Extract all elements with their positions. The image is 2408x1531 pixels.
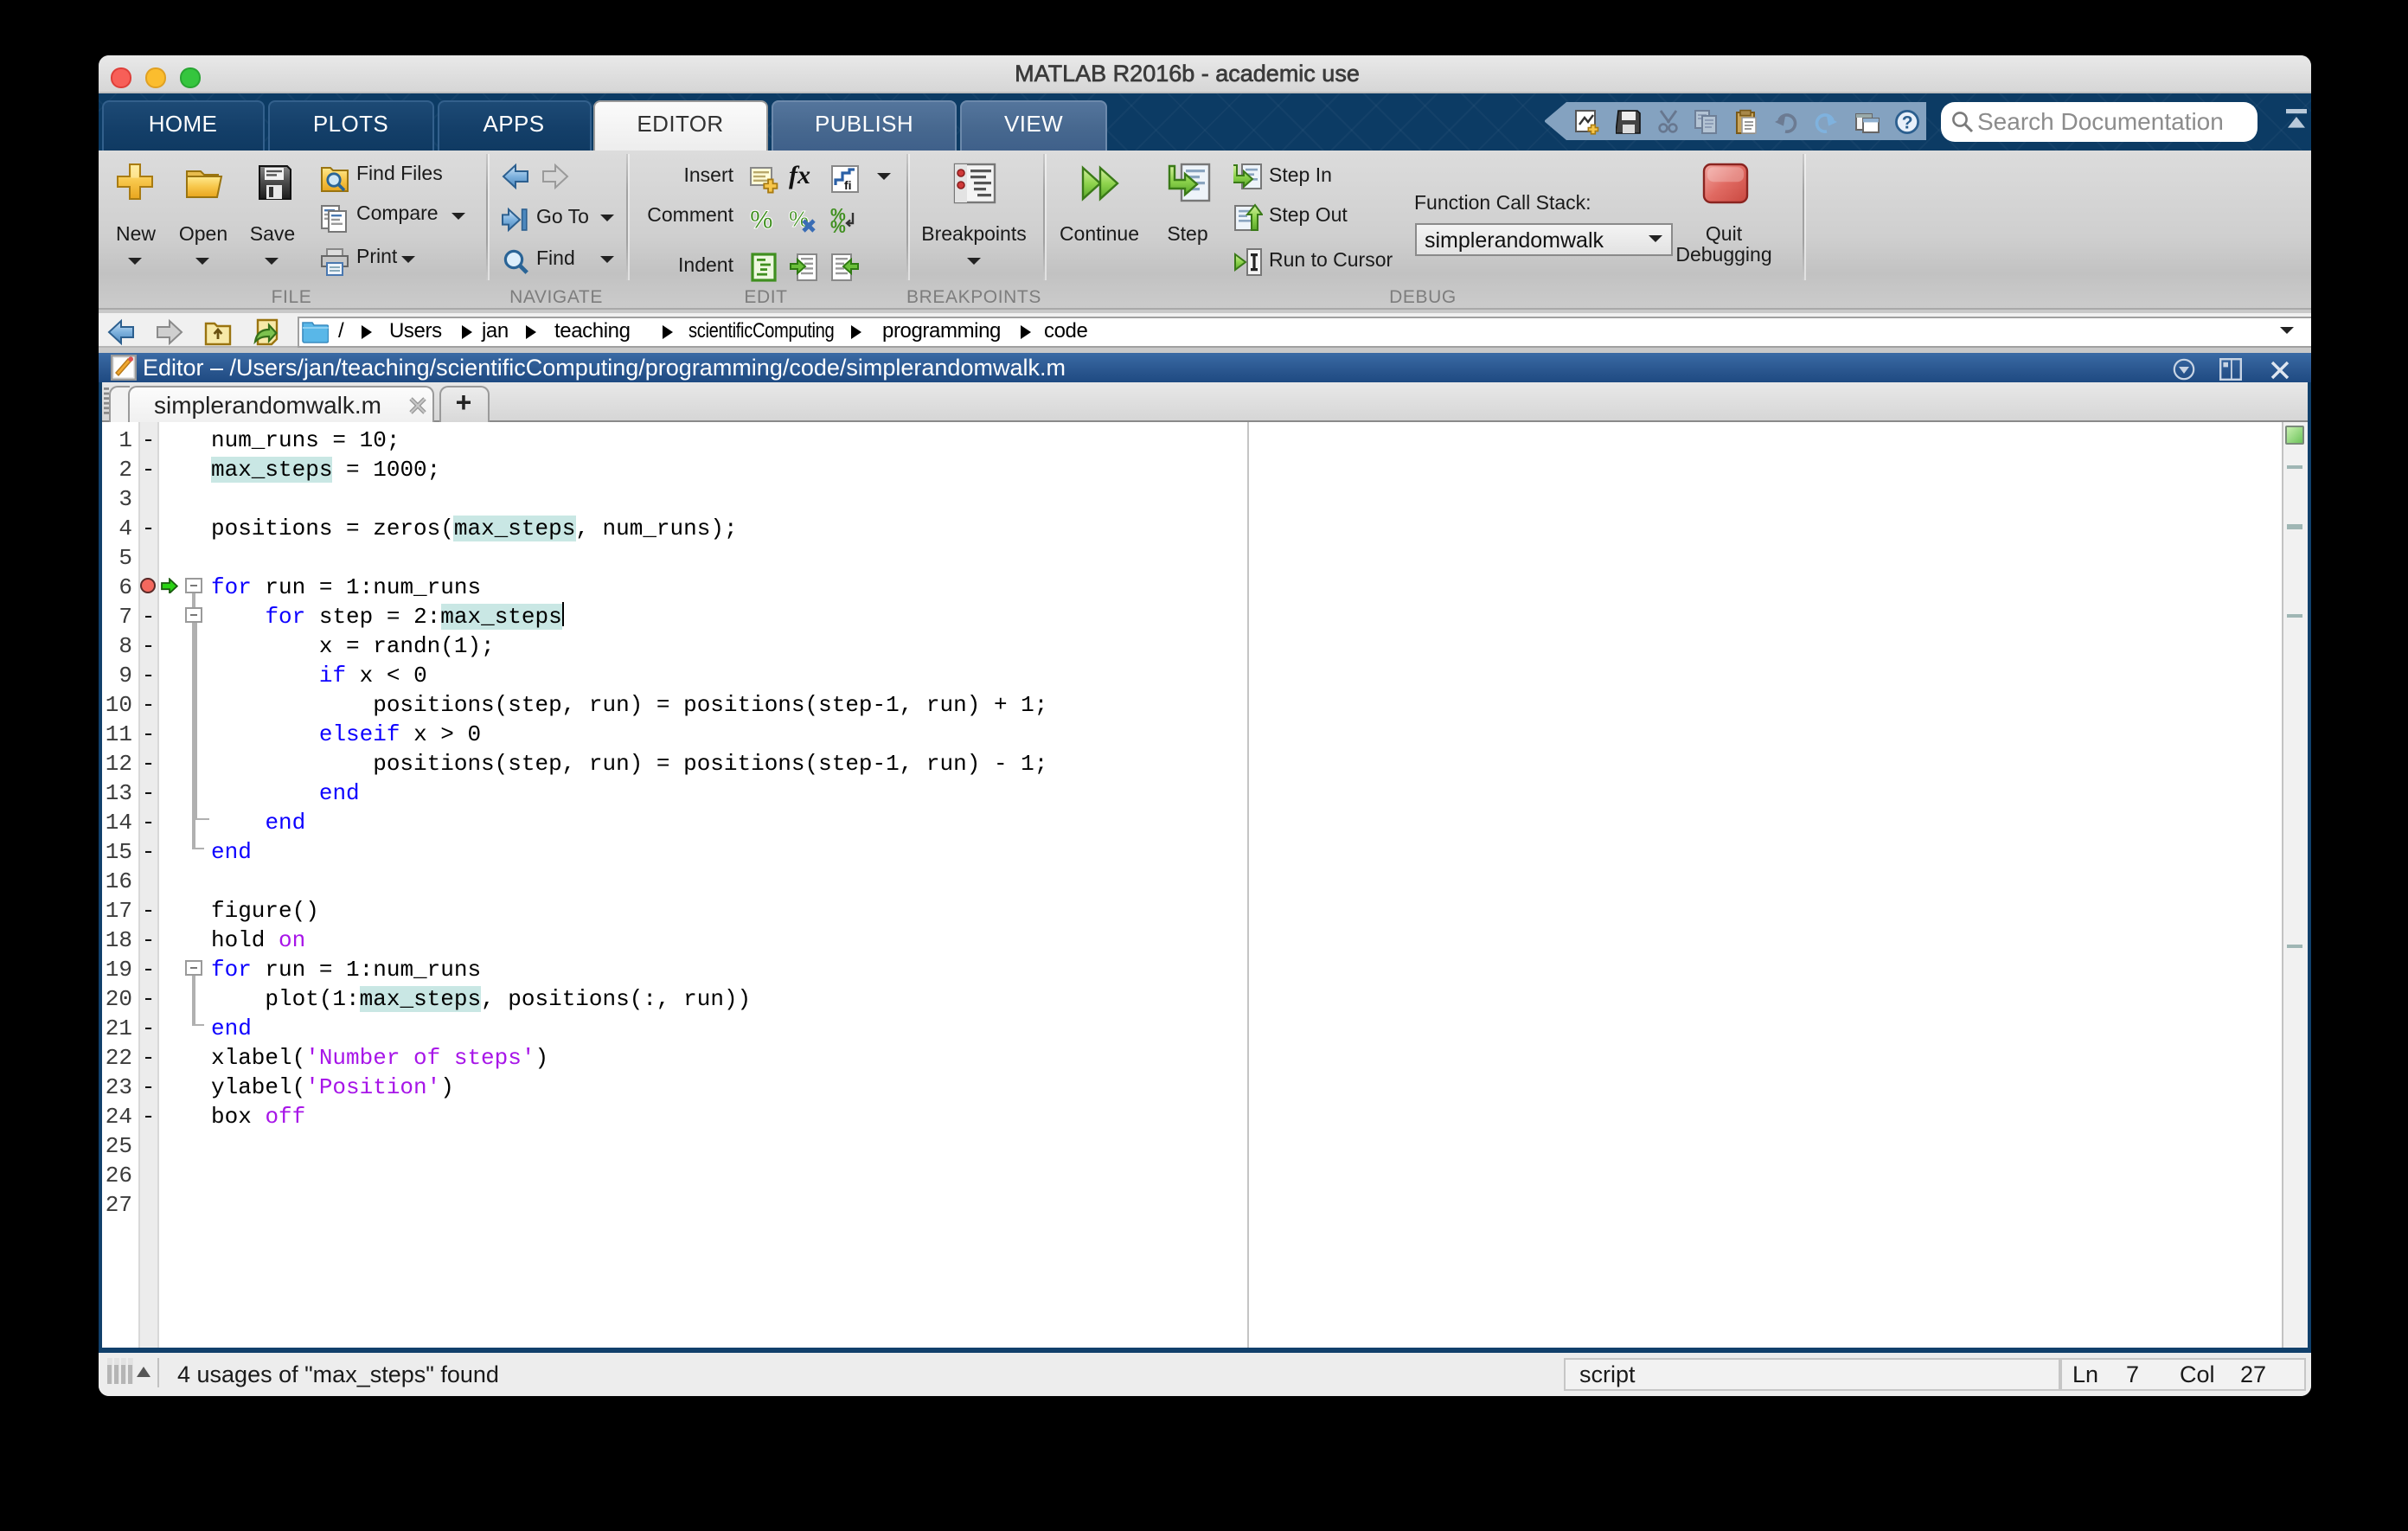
svg-text:%: % <box>749 205 772 233</box>
svg-text:fi: fi <box>844 177 852 191</box>
svg-text:%: % <box>830 217 846 233</box>
svg-text:?: ? <box>1901 112 1912 132</box>
